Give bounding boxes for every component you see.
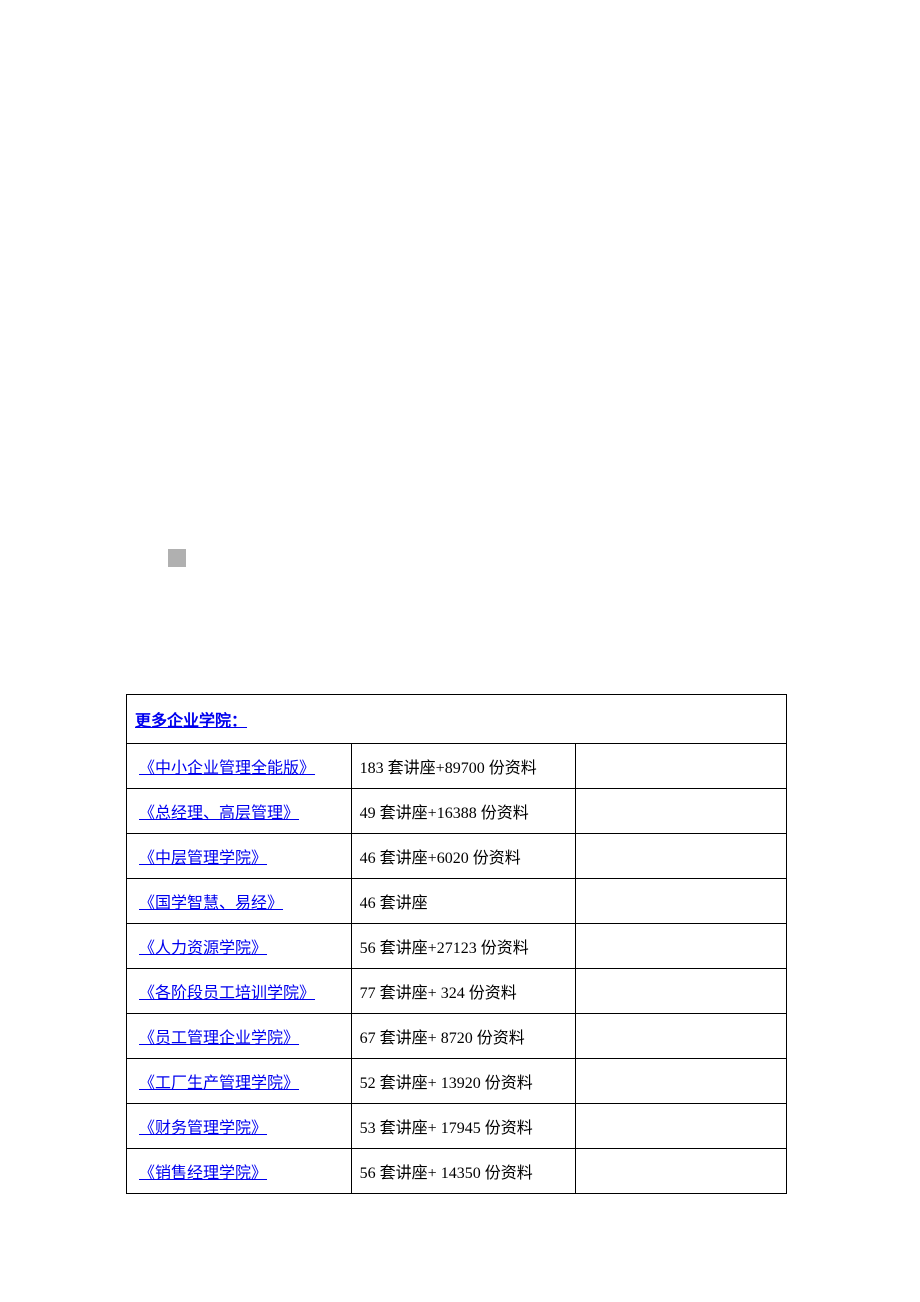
course-desc-cell: 77 套讲座+ 324 份资料 [351, 969, 576, 1014]
course-name-cell: 《国学智慧、易经》 [127, 879, 352, 924]
course-desc-cell: 56 套讲座+ 14350 份资料 [351, 1149, 576, 1194]
course-name-link[interactable]: 《员工管理企业学院》 [139, 1030, 299, 1047]
course-desc-cell: 183 套讲座+89700 份资料 [351, 744, 576, 789]
empty-cell [576, 1104, 787, 1149]
empty-cell [576, 1149, 787, 1194]
table-row: 《各阶段员工培训学院》 77 套讲座+ 324 份资料 [127, 969, 787, 1014]
table-header-cell: 更多企业学院： [127, 695, 787, 744]
course-desc-cell: 46 套讲座+6020 份资料 [351, 834, 576, 879]
course-name-link[interactable]: 《人力资源学院》 [139, 940, 267, 957]
course-desc-cell: 67 套讲座+ 8720 份资料 [351, 1014, 576, 1059]
course-name-link[interactable]: 《工厂生产管理学院》 [139, 1075, 299, 1092]
course-name-link[interactable]: 《中层管理学院》 [139, 850, 267, 867]
course-name-cell: 《员工管理企业学院》 [127, 1014, 352, 1059]
course-name-cell: 《总经理、高层管理》 [127, 789, 352, 834]
table-row: 《员工管理企业学院》 67 套讲座+ 8720 份资料 [127, 1014, 787, 1059]
course-name-cell: 《人力资源学院》 [127, 924, 352, 969]
empty-cell [576, 744, 787, 789]
empty-cell [576, 969, 787, 1014]
table-row: 《销售经理学院》 56 套讲座+ 14350 份资料 [127, 1149, 787, 1194]
course-name-link[interactable]: 《中小企业管理全能版》 [139, 760, 315, 777]
table-row: 《人力资源学院》 56 套讲座+27123 份资料 [127, 924, 787, 969]
empty-cell [576, 789, 787, 834]
course-table-container: 更多企业学院： 《中小企业管理全能版》 183 套讲座+89700 份资料 《总… [126, 694, 787, 1194]
course-name-link[interactable]: 《总经理、高层管理》 [139, 805, 299, 822]
decorative-square [168, 549, 186, 567]
table-header-row: 更多企业学院： [127, 695, 787, 744]
empty-cell [576, 1014, 787, 1059]
course-desc-cell: 49 套讲座+16388 份资料 [351, 789, 576, 834]
course-name-link[interactable]: 《财务管理学院》 [139, 1120, 267, 1137]
course-name-link[interactable]: 《各阶段员工培训学院》 [139, 985, 315, 1002]
empty-cell [576, 924, 787, 969]
empty-cell [576, 879, 787, 924]
table-row: 《中小企业管理全能版》 183 套讲座+89700 份资料 [127, 744, 787, 789]
course-name-cell: 《各阶段员工培训学院》 [127, 969, 352, 1014]
course-name-link[interactable]: 《国学智慧、易经》 [139, 895, 283, 912]
course-name-cell: 《销售经理学院》 [127, 1149, 352, 1194]
table-row: 《财务管理学院》 53 套讲座+ 17945 份资料 [127, 1104, 787, 1149]
table-row: 《总经理、高层管理》 49 套讲座+16388 份资料 [127, 789, 787, 834]
table-row: 《工厂生产管理学院》 52 套讲座+ 13920 份资料 [127, 1059, 787, 1104]
course-desc-cell: 53 套讲座+ 17945 份资料 [351, 1104, 576, 1149]
course-name-cell: 《工厂生产管理学院》 [127, 1059, 352, 1104]
course-name-cell: 《中层管理学院》 [127, 834, 352, 879]
course-desc-cell: 56 套讲座+27123 份资料 [351, 924, 576, 969]
table-row: 《国学智慧、易经》 46 套讲座 [127, 879, 787, 924]
course-name-link[interactable]: 《销售经理学院》 [139, 1165, 267, 1182]
course-desc-cell: 46 套讲座 [351, 879, 576, 924]
table-row: 《中层管理学院》 46 套讲座+6020 份资料 [127, 834, 787, 879]
course-table: 更多企业学院： 《中小企业管理全能版》 183 套讲座+89700 份资料 《总… [126, 694, 787, 1194]
course-name-cell: 《财务管理学院》 [127, 1104, 352, 1149]
header-link[interactable]: 更多企业学院： [135, 713, 247, 730]
course-desc-cell: 52 套讲座+ 13920 份资料 [351, 1059, 576, 1104]
empty-cell [576, 1059, 787, 1104]
empty-cell [576, 834, 787, 879]
course-name-cell: 《中小企业管理全能版》 [127, 744, 352, 789]
